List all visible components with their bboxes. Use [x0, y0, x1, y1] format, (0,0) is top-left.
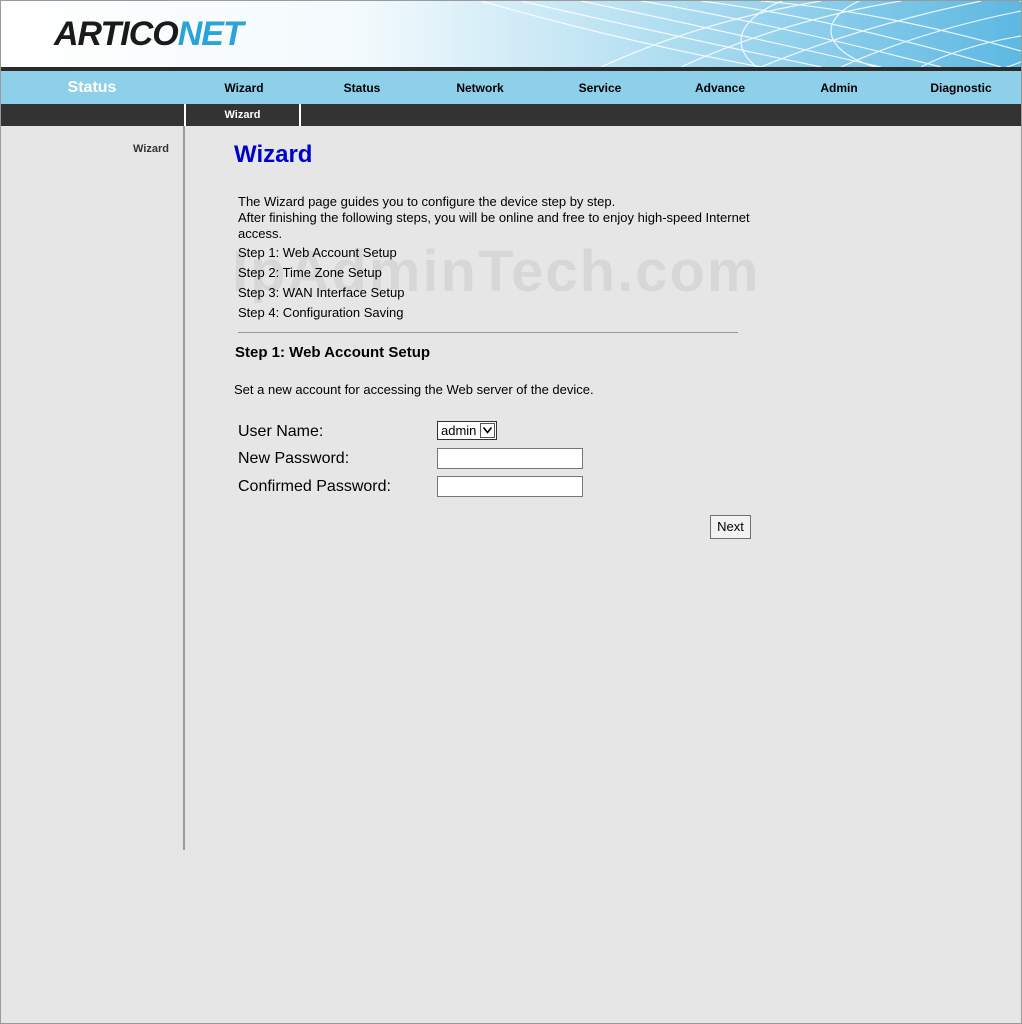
new-password-label: New Password:: [238, 450, 350, 467]
list-item: Step 3: WAN Interface Setup: [238, 285, 405, 300]
steps-list: Step 1: Web Account Setup Step 2: Time Z…: [238, 245, 404, 325]
sidebar-item-wizard[interactable]: Wizard: [133, 143, 169, 155]
nav-admin[interactable]: Admin: [800, 71, 878, 104]
confirm-password-label: Confirmed Password:: [238, 478, 391, 495]
nav-service[interactable]: Service: [561, 71, 639, 104]
header: ARTICONET: [1, 1, 1021, 67]
main-nav: Status Wizard Status Network Service Adv…: [1, 71, 1021, 104]
sidebar: Wizard: [1, 126, 185, 850]
current-section-label: Status: [67, 79, 117, 96]
nav-network[interactable]: Network: [441, 71, 519, 104]
list-item: Step 1: Web Account Setup: [238, 245, 397, 260]
nav-diagnostic[interactable]: Diagnostic: [916, 71, 1006, 104]
new-password-field[interactable]: [437, 448, 583, 469]
confirm-password-field[interactable]: [437, 476, 583, 497]
list-item: Step 4: Configuration Saving: [238, 305, 404, 320]
nav-status[interactable]: Status: [323, 71, 401, 104]
subnav-wizard[interactable]: Wizard: [184, 104, 301, 126]
intro-line-1: The Wizard page guides you to configure …: [238, 194, 616, 209]
section-description: Set a new account for accessing the Web …: [234, 382, 594, 397]
intro-text: The Wizard page guides you to configure …: [238, 194, 758, 242]
articonet-logo: ARTICONET: [54, 15, 244, 53]
intro-line-2: After finishing the following steps, you…: [238, 210, 750, 241]
nav-wizard[interactable]: Wizard: [205, 71, 283, 104]
divider: [238, 332, 738, 333]
username-label: User Name:: [238, 423, 324, 440]
username-select-value: admin: [441, 423, 477, 438]
section-title: Step 1: Web Account Setup: [235, 344, 431, 361]
chevron-down-icon[interactable]: [480, 423, 495, 438]
sub-nav: Wizard: [1, 104, 1021, 126]
list-item: Step 2: Time Zone Setup: [238, 265, 382, 280]
nav-advance[interactable]: Advance: [681, 71, 759, 104]
page-title: Wizard: [234, 141, 313, 168]
next-button[interactable]: Next: [710, 515, 751, 539]
username-select[interactable]: admin: [437, 421, 497, 440]
